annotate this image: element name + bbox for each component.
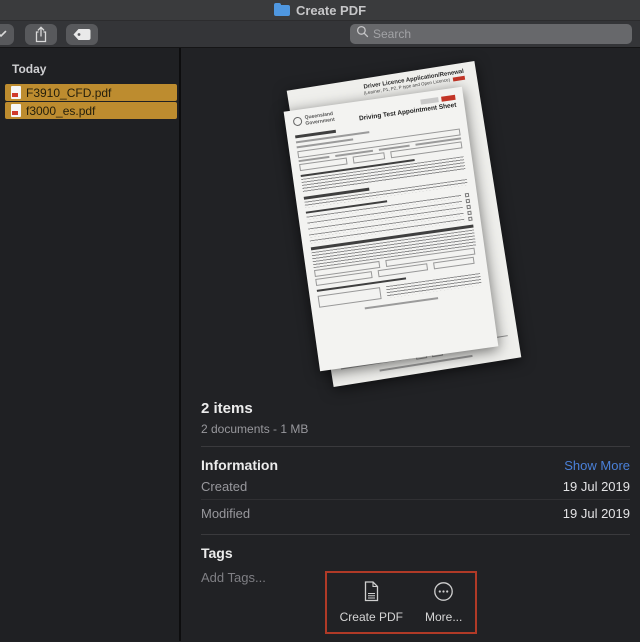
search-icon: [356, 25, 369, 43]
org-name: Queensland Government: [304, 110, 348, 130]
create-pdf-label: Create PDF: [340, 610, 403, 624]
file-name: F3910_CFD.pdf: [26, 86, 111, 100]
file-name: f3000_es.pdf: [26, 104, 95, 118]
tag-button[interactable]: [66, 24, 98, 45]
folder-icon: [274, 5, 290, 16]
share-icon: [33, 26, 49, 43]
show-more-link[interactable]: Show More: [564, 458, 630, 473]
finder-window: Create PDF: [0, 0, 640, 642]
info-row-modified: Modified 19 Jul 2019: [201, 500, 630, 526]
front-page-thumbnail: Queensland Government Driving Test Appoi…: [284, 87, 499, 372]
pdf-file-icon: [11, 86, 21, 99]
view-options-button[interactable]: [0, 24, 14, 45]
preview-pane: Driver Licence Application/Renewal (Lear…: [181, 48, 640, 641]
tags-heading: Tags: [201, 545, 233, 561]
annotation-box: Create PDF More...: [325, 571, 477, 634]
ellipsis-circle-icon: [433, 581, 454, 605]
information-heading: Information: [201, 457, 278, 473]
queensland-crest-logo: [293, 116, 303, 126]
document-icon: [363, 581, 380, 605]
file-row-f3910[interactable]: F3910_CFD.pdf: [5, 84, 177, 101]
window-title: Create PDF: [296, 3, 366, 18]
item-details: 2 documents - 1 MB: [201, 422, 630, 447]
more-button[interactable]: More...: [425, 581, 462, 624]
info-row-created: Created 19 Jul 2019: [201, 473, 630, 500]
tag-icon: [72, 28, 92, 41]
search-placeholder: Search: [373, 27, 411, 41]
red-stamp: [453, 76, 465, 82]
file-row-f3000[interactable]: f3000_es.pdf: [5, 102, 177, 119]
file-list-sidebar: Today F3910_CFD.pdf f3000_es.pdf: [0, 48, 181, 641]
document-preview: Driver Licence Application/Renewal (Lear…: [281, 72, 531, 402]
pdf-file-icon: [11, 104, 21, 117]
information-section: Information Show More Created 19 Jul 201…: [201, 457, 630, 535]
more-label: More...: [425, 610, 462, 624]
search-input[interactable]: Search: [350, 24, 632, 44]
item-count: 2 items: [201, 400, 630, 417]
chevron-down-icon: [0, 30, 7, 38]
date-group-label: Today: [0, 58, 179, 84]
share-button[interactable]: [25, 24, 57, 45]
red-stamp: [441, 95, 456, 102]
title-bar: Create PDF: [0, 0, 640, 21]
toolbar: Search: [0, 21, 640, 48]
create-pdf-button[interactable]: Create PDF: [340, 581, 403, 624]
